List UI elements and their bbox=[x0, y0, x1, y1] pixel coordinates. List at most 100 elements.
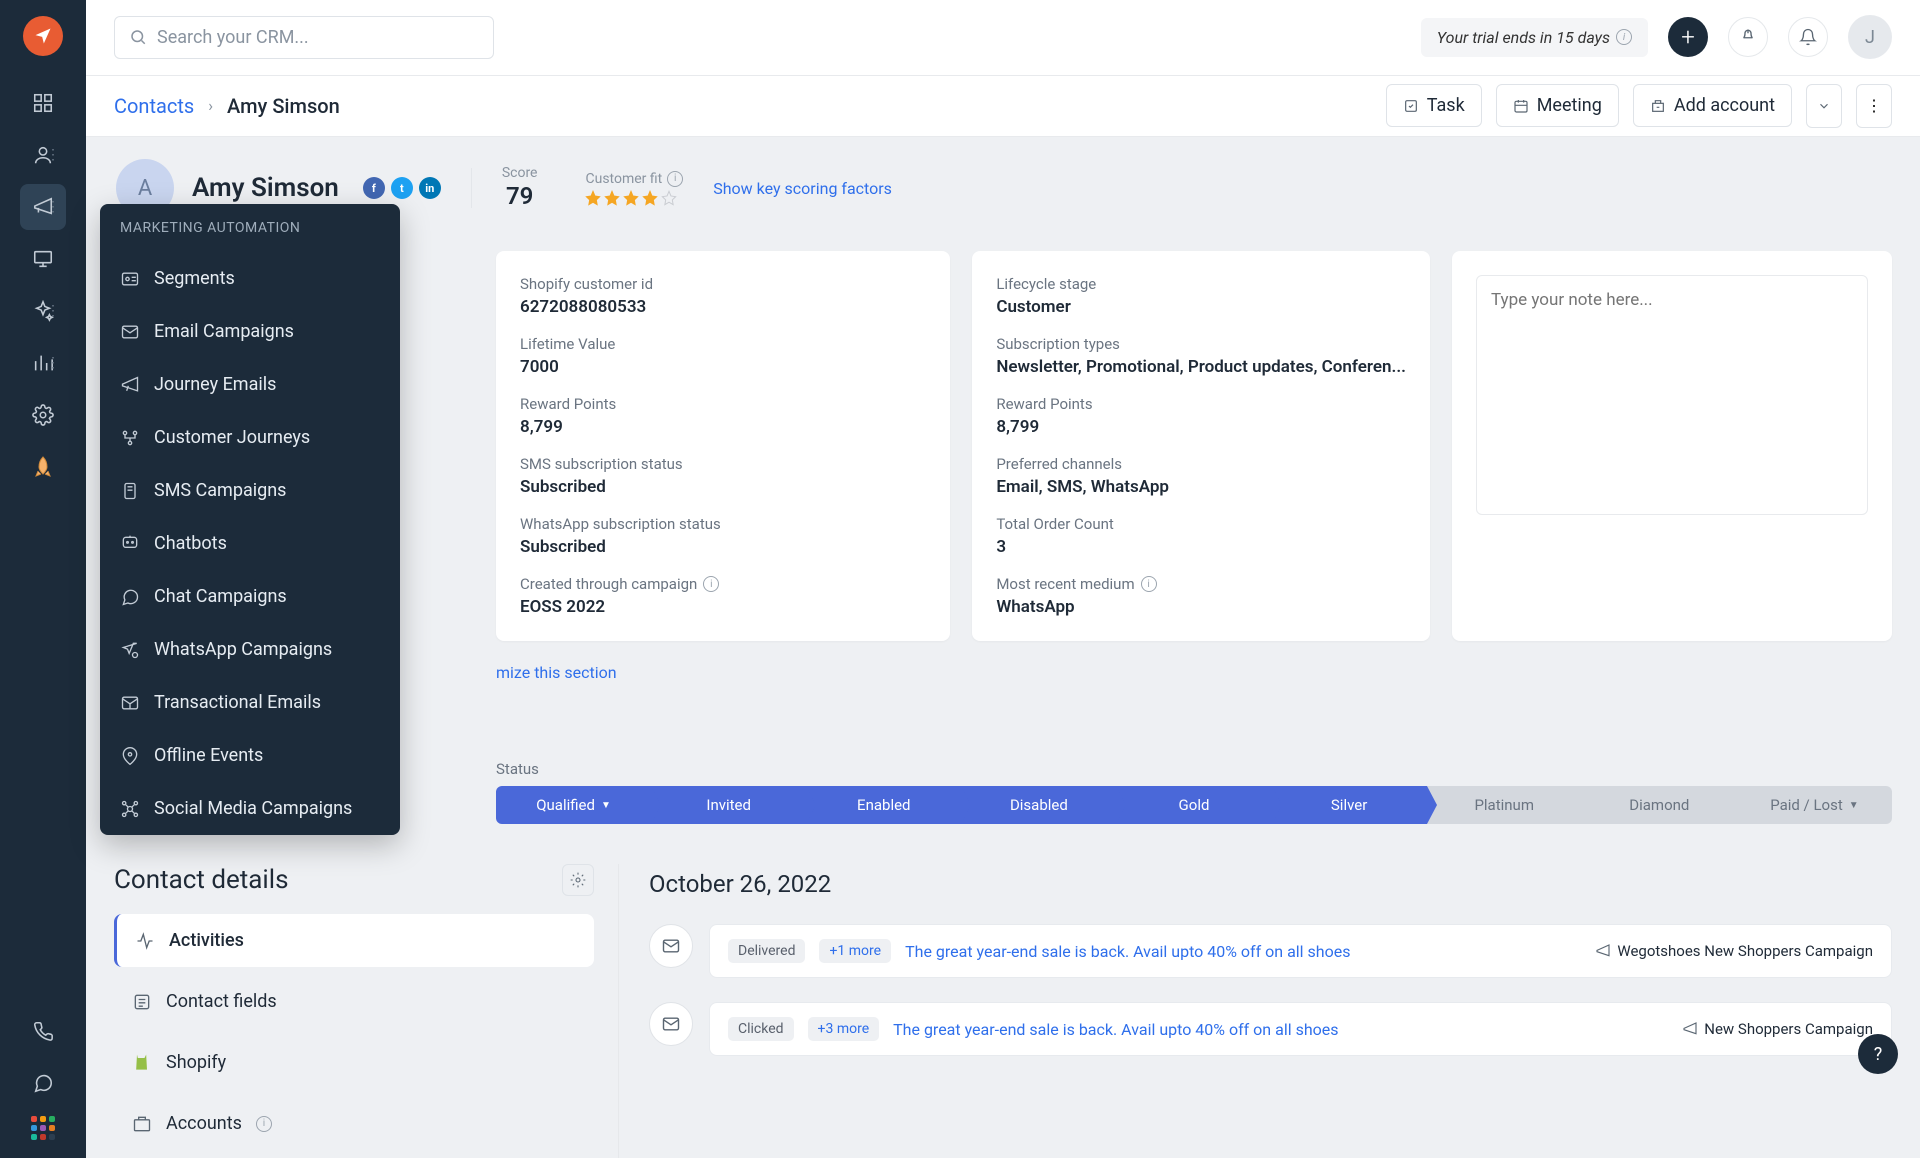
detail-tab-activities[interactable]: Activities bbox=[114, 914, 594, 967]
stage-invited[interactable]: Invited bbox=[651, 786, 806, 824]
flyout-item-offline-events[interactable]: Offline Events bbox=[100, 729, 400, 782]
stage-enabled[interactable]: Enabled bbox=[806, 786, 961, 824]
flyout-item-social-media-campaigns[interactable]: Social Media Campaigns bbox=[100, 782, 400, 835]
more-chip[interactable]: +3 more bbox=[808, 1017, 880, 1041]
customize-section-link[interactable]: mize this section bbox=[496, 663, 1920, 682]
email-subject[interactable]: The great year-end sale is back. Avail u… bbox=[893, 1020, 1668, 1039]
search-input[interactable]: Search your CRM... bbox=[114, 16, 494, 59]
field-lifetime-value: Lifetime Value7000 bbox=[520, 335, 926, 377]
field-preferred-channels: Preferred channelsEmail, SMS, WhatsApp bbox=[996, 455, 1406, 497]
campaign-name[interactable]: New Shoppers Campaign bbox=[1682, 1020, 1873, 1038]
nav-analytics[interactable] bbox=[20, 236, 66, 282]
nav-chat[interactable] bbox=[20, 1060, 66, 1106]
note-textarea[interactable] bbox=[1476, 275, 1868, 515]
flyout-item-chatbots[interactable]: Chatbots bbox=[100, 517, 400, 570]
detail-tab-contact-fields[interactable]: Contact fields bbox=[114, 975, 594, 1028]
status-pipeline: Qualified▼InvitedEnabledDisabledGoldSilv… bbox=[496, 786, 1892, 824]
flyout-item-email-campaigns[interactable]: Email Campaigns bbox=[100, 305, 400, 358]
more-actions-button[interactable]: ⋮ bbox=[1856, 84, 1892, 128]
stage-silver[interactable]: Silver bbox=[1272, 786, 1427, 824]
twitter-icon[interactable]: t bbox=[391, 177, 413, 199]
campaign-name[interactable]: Wegotshoes New Shoppers Campaign bbox=[1595, 942, 1873, 960]
breadcrumb-bar: Contacts › Amy Simson Task Meeting Add a… bbox=[86, 76, 1920, 137]
detail-tab-shopify[interactable]: Shopify bbox=[114, 1036, 594, 1089]
flyout-item-segments[interactable]: Segments bbox=[100, 252, 400, 305]
facebook-icon[interactable]: f bbox=[363, 177, 385, 199]
flyout-heading: MARKETING AUTOMATION bbox=[100, 204, 400, 252]
timeline-card[interactable]: Delivered +1 more The great year-end sale … bbox=[709, 924, 1892, 978]
marketing-flyout: MARKETING AUTOMATION SegmentsEmail Campa… bbox=[100, 204, 400, 835]
stage-qualified[interactable]: Qualified▼ bbox=[496, 786, 651, 824]
add-account-dropdown[interactable] bbox=[1806, 84, 1842, 128]
timeline-row: Delivered +1 more The great year-end sale … bbox=[649, 924, 1892, 978]
score-block: Score 79 bbox=[502, 165, 538, 211]
flyout-item-whatsapp-campaigns[interactable]: WhatsApp Campaigns bbox=[100, 623, 400, 676]
info-icon[interactable]: i bbox=[1141, 576, 1157, 592]
nav-ai[interactable]: ⋮ bbox=[20, 288, 66, 334]
field-sms-subscription-status: SMS subscription statusSubscribed bbox=[520, 455, 926, 497]
event-tag: Delivered bbox=[728, 939, 805, 963]
details-settings-button[interactable] bbox=[562, 864, 594, 896]
add-account-button[interactable]: Add account bbox=[1633, 84, 1792, 127]
mail-icon bbox=[649, 1002, 693, 1046]
flyout-item-chat-campaigns[interactable]: Chat Campaigns bbox=[100, 570, 400, 623]
star-icon bbox=[604, 190, 620, 206]
customer-fit-block: Customer fiti bbox=[585, 171, 683, 206]
field-subscription-types: Subscription typesNewsletter, Promotiona… bbox=[996, 335, 1406, 377]
more-chip[interactable]: +1 more bbox=[819, 939, 891, 963]
help-button[interactable]: ? bbox=[1858, 1034, 1898, 1074]
nav-rocket[interactable] bbox=[20, 444, 66, 490]
user-avatar[interactable]: J bbox=[1848, 15, 1892, 59]
nav-dashboard[interactable] bbox=[20, 80, 66, 126]
timeline-card[interactable]: Clicked+3 moreThe great year-end sale is… bbox=[709, 1002, 1892, 1056]
alerts-button[interactable] bbox=[1728, 17, 1768, 57]
scoring-factors-link[interactable]: Show key scoring factors bbox=[713, 179, 892, 198]
note-card bbox=[1452, 251, 1892, 641]
flyout-item-sms-campaigns[interactable]: SMS Campaigns bbox=[100, 464, 400, 517]
star-icon bbox=[642, 190, 658, 206]
notifications-button[interactable] bbox=[1788, 17, 1828, 57]
nav-app-switcher[interactable] bbox=[27, 1112, 59, 1144]
topbar: Search your CRM... Your trial ends in 15… bbox=[86, 0, 1920, 76]
flyout-item-transactional-emails[interactable]: Transactional Emails bbox=[100, 676, 400, 729]
field-reward-points: Reward Points8,799 bbox=[520, 395, 926, 437]
info-icon[interactable]: i bbox=[256, 1116, 272, 1132]
stage-paid-lost[interactable]: Paid / Lost▼ bbox=[1737, 786, 1892, 824]
meeting-button[interactable]: Meeting bbox=[1496, 84, 1619, 127]
details-card-2: Lifecycle stageCustomerSubscription type… bbox=[972, 251, 1430, 641]
linkedin-icon[interactable]: in bbox=[419, 177, 441, 199]
star-icon bbox=[623, 190, 639, 206]
field-reward-points: Reward Points8,799 bbox=[996, 395, 1406, 437]
nav-phone[interactable] bbox=[20, 1008, 66, 1054]
star-icon bbox=[661, 190, 677, 206]
nav-reports[interactable]: ⋮ bbox=[20, 340, 66, 386]
nav-contacts[interactable]: ⋮ bbox=[20, 132, 66, 178]
stage-disabled[interactable]: Disabled bbox=[961, 786, 1116, 824]
nav-settings[interactable] bbox=[20, 392, 66, 438]
timeline-row: Clicked+3 moreThe great year-end sale is… bbox=[649, 1002, 1892, 1056]
search-icon bbox=[129, 28, 147, 46]
email-subject[interactable]: The great year-end sale is back. Avail u… bbox=[905, 942, 1581, 961]
field-whatsapp-subscription-status: WhatsApp subscription statusSubscribed bbox=[520, 515, 926, 557]
stage-diamond[interactable]: Diamond bbox=[1582, 786, 1737, 824]
info-icon[interactable]: i bbox=[667, 171, 683, 187]
mail-icon bbox=[649, 924, 693, 968]
brand-logo[interactable] bbox=[23, 16, 63, 56]
detail-tab-accounts[interactable]: Accounts i bbox=[114, 1097, 594, 1150]
info-icon[interactable]: i bbox=[703, 576, 719, 592]
flyout-item-journey-emails[interactable]: Journey Emails bbox=[100, 358, 400, 411]
stage-gold[interactable]: Gold bbox=[1116, 786, 1271, 824]
customer-fit-stars bbox=[585, 190, 683, 206]
add-button[interactable]: + bbox=[1668, 17, 1708, 57]
nav-rail: ⋮ ⋮ ⋮ ⋮ bbox=[0, 0, 86, 1158]
chevron-right-icon: › bbox=[208, 96, 213, 115]
breadcrumb-root[interactable]: Contacts bbox=[114, 94, 194, 118]
field-most-recent-medium: Most recent medium iWhatsApp bbox=[996, 575, 1406, 617]
contact-name: Amy Simson bbox=[192, 173, 339, 203]
info-icon[interactable]: i bbox=[1616, 29, 1632, 45]
flyout-item-customer-journeys[interactable]: Customer Journeys bbox=[100, 411, 400, 464]
nav-marketing[interactable]: ⋮ bbox=[20, 184, 66, 230]
field-shopify-customer-id: Shopify customer id6272088080533 bbox=[520, 275, 926, 317]
task-button[interactable]: Task bbox=[1386, 84, 1482, 127]
stage-platinum[interactable]: Platinum bbox=[1427, 786, 1582, 824]
